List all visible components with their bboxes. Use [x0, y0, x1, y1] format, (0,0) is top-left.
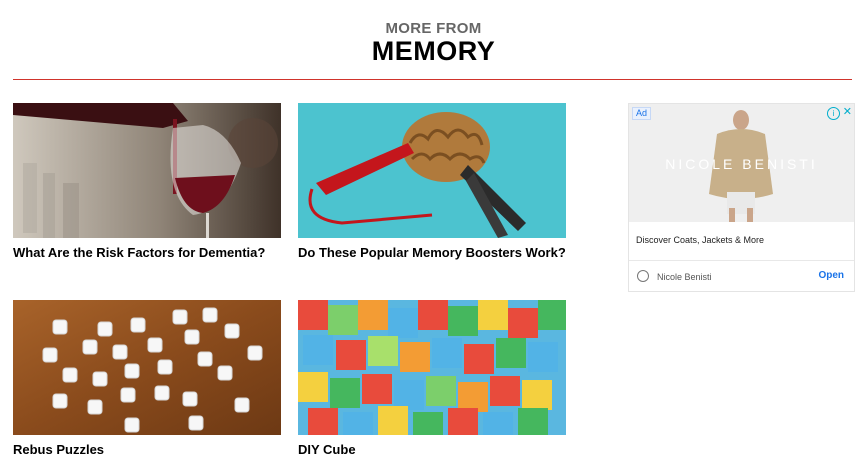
globe-icon [637, 270, 649, 282]
ad-brand-banner: NICOLE BENISTI [665, 156, 818, 172]
article-image-brain[interactable] [298, 103, 566, 238]
ad-advertiser: Nicole Benisti [657, 272, 712, 282]
close-icon[interactable]: ✕ [843, 105, 852, 118]
article-title[interactable]: DIY Cube [298, 442, 566, 458]
article-image-cubes[interactable] [298, 300, 566, 435]
ad-headline[interactable]: Discover Coats, Jackets & More [636, 235, 764, 245]
article-title[interactable]: What Are the Risk Factors for Dementia? [13, 245, 281, 261]
section-divider [13, 79, 852, 80]
ad-badge: Ad [632, 107, 652, 120]
section-kicker: MORE FROM [385, 20, 482, 37]
ad-divider [629, 260, 854, 261]
article-title[interactable]: Do These Popular Memory Boosters Work? [298, 245, 566, 261]
article-image-letters[interactable] [13, 300, 281, 435]
ad-open-button[interactable]: Open [818, 270, 844, 281]
section-title: MEMORY [371, 36, 496, 66]
article-image-wine[interactable] [13, 103, 281, 238]
info-icon[interactable]: i [827, 107, 840, 120]
ad-unit[interactable]: NICOLE BENISTI Ad i ✕ Discover Coats, Ja… [628, 103, 855, 292]
article-title[interactable]: Rebus Puzzles [13, 442, 281, 458]
ad-image[interactable]: NICOLE BENISTI [629, 104, 854, 222]
